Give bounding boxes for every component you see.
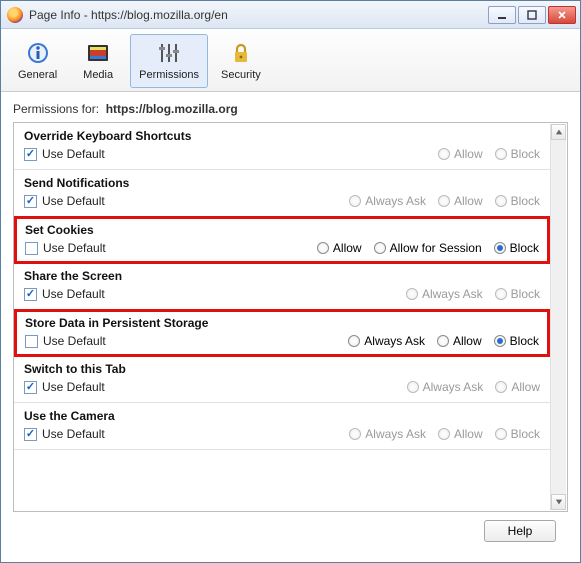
- lock-icon: [227, 39, 255, 67]
- use-default-label: Use Default: [43, 334, 106, 348]
- radio-block[interactable]: Block: [494, 241, 539, 255]
- tab-label: Media: [83, 69, 113, 81]
- radio-group: Always Ask Allow: [407, 380, 540, 394]
- perm-title: Use the Camera: [24, 409, 540, 423]
- use-default-label: Use Default: [42, 427, 105, 441]
- tab-label: Permissions: [139, 69, 199, 81]
- perm-share-screen: Share the Screen Use Default Always Ask …: [14, 263, 550, 310]
- scroll-down-button[interactable]: [551, 494, 566, 510]
- perm-title: Store Data in Persistent Storage: [25, 316, 539, 330]
- tab-general[interactable]: General: [9, 34, 66, 88]
- radio-block[interactable]: Block: [495, 287, 540, 301]
- perm-set-cookies: Set Cookies Use Default Allow Allow for …: [14, 216, 550, 264]
- tab-label: Security: [221, 69, 261, 81]
- radio-block[interactable]: Block: [495, 427, 540, 441]
- tab-label: General: [18, 69, 57, 81]
- footer: Help: [13, 512, 568, 552]
- perm-send-notifications: Send Notifications Use Default Always As…: [14, 170, 550, 217]
- radio-group: Always Ask Block: [406, 287, 540, 301]
- radio-group: Allow Allow for Session Block: [317, 241, 539, 255]
- use-default-label: Use Default: [42, 380, 105, 394]
- radio-group: Always Ask Allow Block: [349, 194, 540, 208]
- radio-allow[interactable]: Allow: [438, 194, 483, 208]
- perm-title: Send Notifications: [24, 176, 540, 190]
- permissions-url: https://blog.mozilla.org: [106, 102, 238, 116]
- radio-allow-session[interactable]: Allow for Session: [374, 241, 482, 255]
- perm-persistent-storage: Store Data in Persistent Storage Use Def…: [14, 309, 550, 357]
- use-default-checkbox[interactable]: [24, 428, 37, 441]
- radio-allow[interactable]: Allow: [437, 334, 482, 348]
- radio-always-ask[interactable]: Always Ask: [349, 427, 426, 441]
- help-button[interactable]: Help: [484, 520, 556, 542]
- perm-title: Set Cookies: [25, 223, 539, 237]
- radio-block[interactable]: Block: [494, 334, 539, 348]
- scrollbar[interactable]: [550, 124, 566, 510]
- radio-block[interactable]: Block: [495, 194, 540, 208]
- titlebar: Page Info - https://blog.mozilla.org/en: [1, 1, 580, 29]
- use-default-checkbox[interactable]: [24, 148, 37, 161]
- tab-security[interactable]: Security: [212, 34, 270, 88]
- permissions-list-container: Override Keyboard Shortcuts Use Default …: [13, 122, 568, 512]
- perm-title: Override Keyboard Shortcuts: [24, 129, 540, 143]
- perm-override-keyboard: Override Keyboard Shortcuts Use Default …: [14, 123, 550, 170]
- sliders-icon: [155, 39, 183, 67]
- use-default-checkbox[interactable]: [25, 335, 38, 348]
- permissions-panel: Permissions for: https://blog.mozilla.or…: [1, 92, 580, 562]
- use-default-label: Use Default: [42, 147, 105, 161]
- radio-group: Always Ask Allow Block: [349, 427, 540, 441]
- window-title: Page Info - https://blog.mozilla.org/en: [29, 8, 228, 22]
- tab-permissions[interactable]: Permissions: [130, 34, 208, 88]
- maximize-button[interactable]: [518, 6, 546, 24]
- radio-allow[interactable]: Allow: [438, 147, 483, 161]
- use-default-label: Use Default: [43, 241, 106, 255]
- permissions-for-label: Permissions for: https://blog.mozilla.or…: [13, 102, 568, 116]
- info-icon: [24, 39, 52, 67]
- use-default-label: Use Default: [42, 287, 105, 301]
- minimize-button[interactable]: [488, 6, 516, 24]
- tab-media[interactable]: Media: [70, 34, 126, 88]
- perm-switch-tab: Switch to this Tab Use Default Always As…: [14, 356, 550, 403]
- page-info-window: Page Info - https://blog.mozilla.org/en …: [0, 0, 581, 563]
- radio-always-ask[interactable]: Always Ask: [348, 334, 425, 348]
- permissions-list: Override Keyboard Shortcuts Use Default …: [14, 123, 550, 511]
- radio-always-ask[interactable]: Always Ask: [349, 194, 426, 208]
- use-default-checkbox[interactable]: [24, 288, 37, 301]
- use-default-checkbox[interactable]: [24, 381, 37, 394]
- radio-allow[interactable]: Allow: [317, 241, 362, 255]
- scroll-up-button[interactable]: [551, 124, 566, 140]
- perm-title: Share the Screen: [24, 269, 540, 283]
- toolbar: General Media Permissions Security: [1, 29, 580, 92]
- media-icon: [84, 39, 112, 67]
- radio-group: Allow Block: [438, 147, 540, 161]
- perm-use-camera: Use the Camera Use Default Always Ask Al…: [14, 403, 550, 450]
- close-button[interactable]: [548, 6, 576, 24]
- use-default-checkbox[interactable]: [25, 242, 38, 255]
- radio-always-ask[interactable]: Always Ask: [407, 380, 484, 394]
- radio-allow[interactable]: Allow: [495, 380, 540, 394]
- radio-block[interactable]: Block: [495, 147, 540, 161]
- firefox-icon: [7, 7, 23, 23]
- use-default-checkbox[interactable]: [24, 195, 37, 208]
- use-default-label: Use Default: [42, 194, 105, 208]
- radio-always-ask[interactable]: Always Ask: [406, 287, 483, 301]
- radio-allow[interactable]: Allow: [438, 427, 483, 441]
- perm-title: Switch to this Tab: [24, 362, 540, 376]
- radio-group: Always Ask Allow Block: [348, 334, 539, 348]
